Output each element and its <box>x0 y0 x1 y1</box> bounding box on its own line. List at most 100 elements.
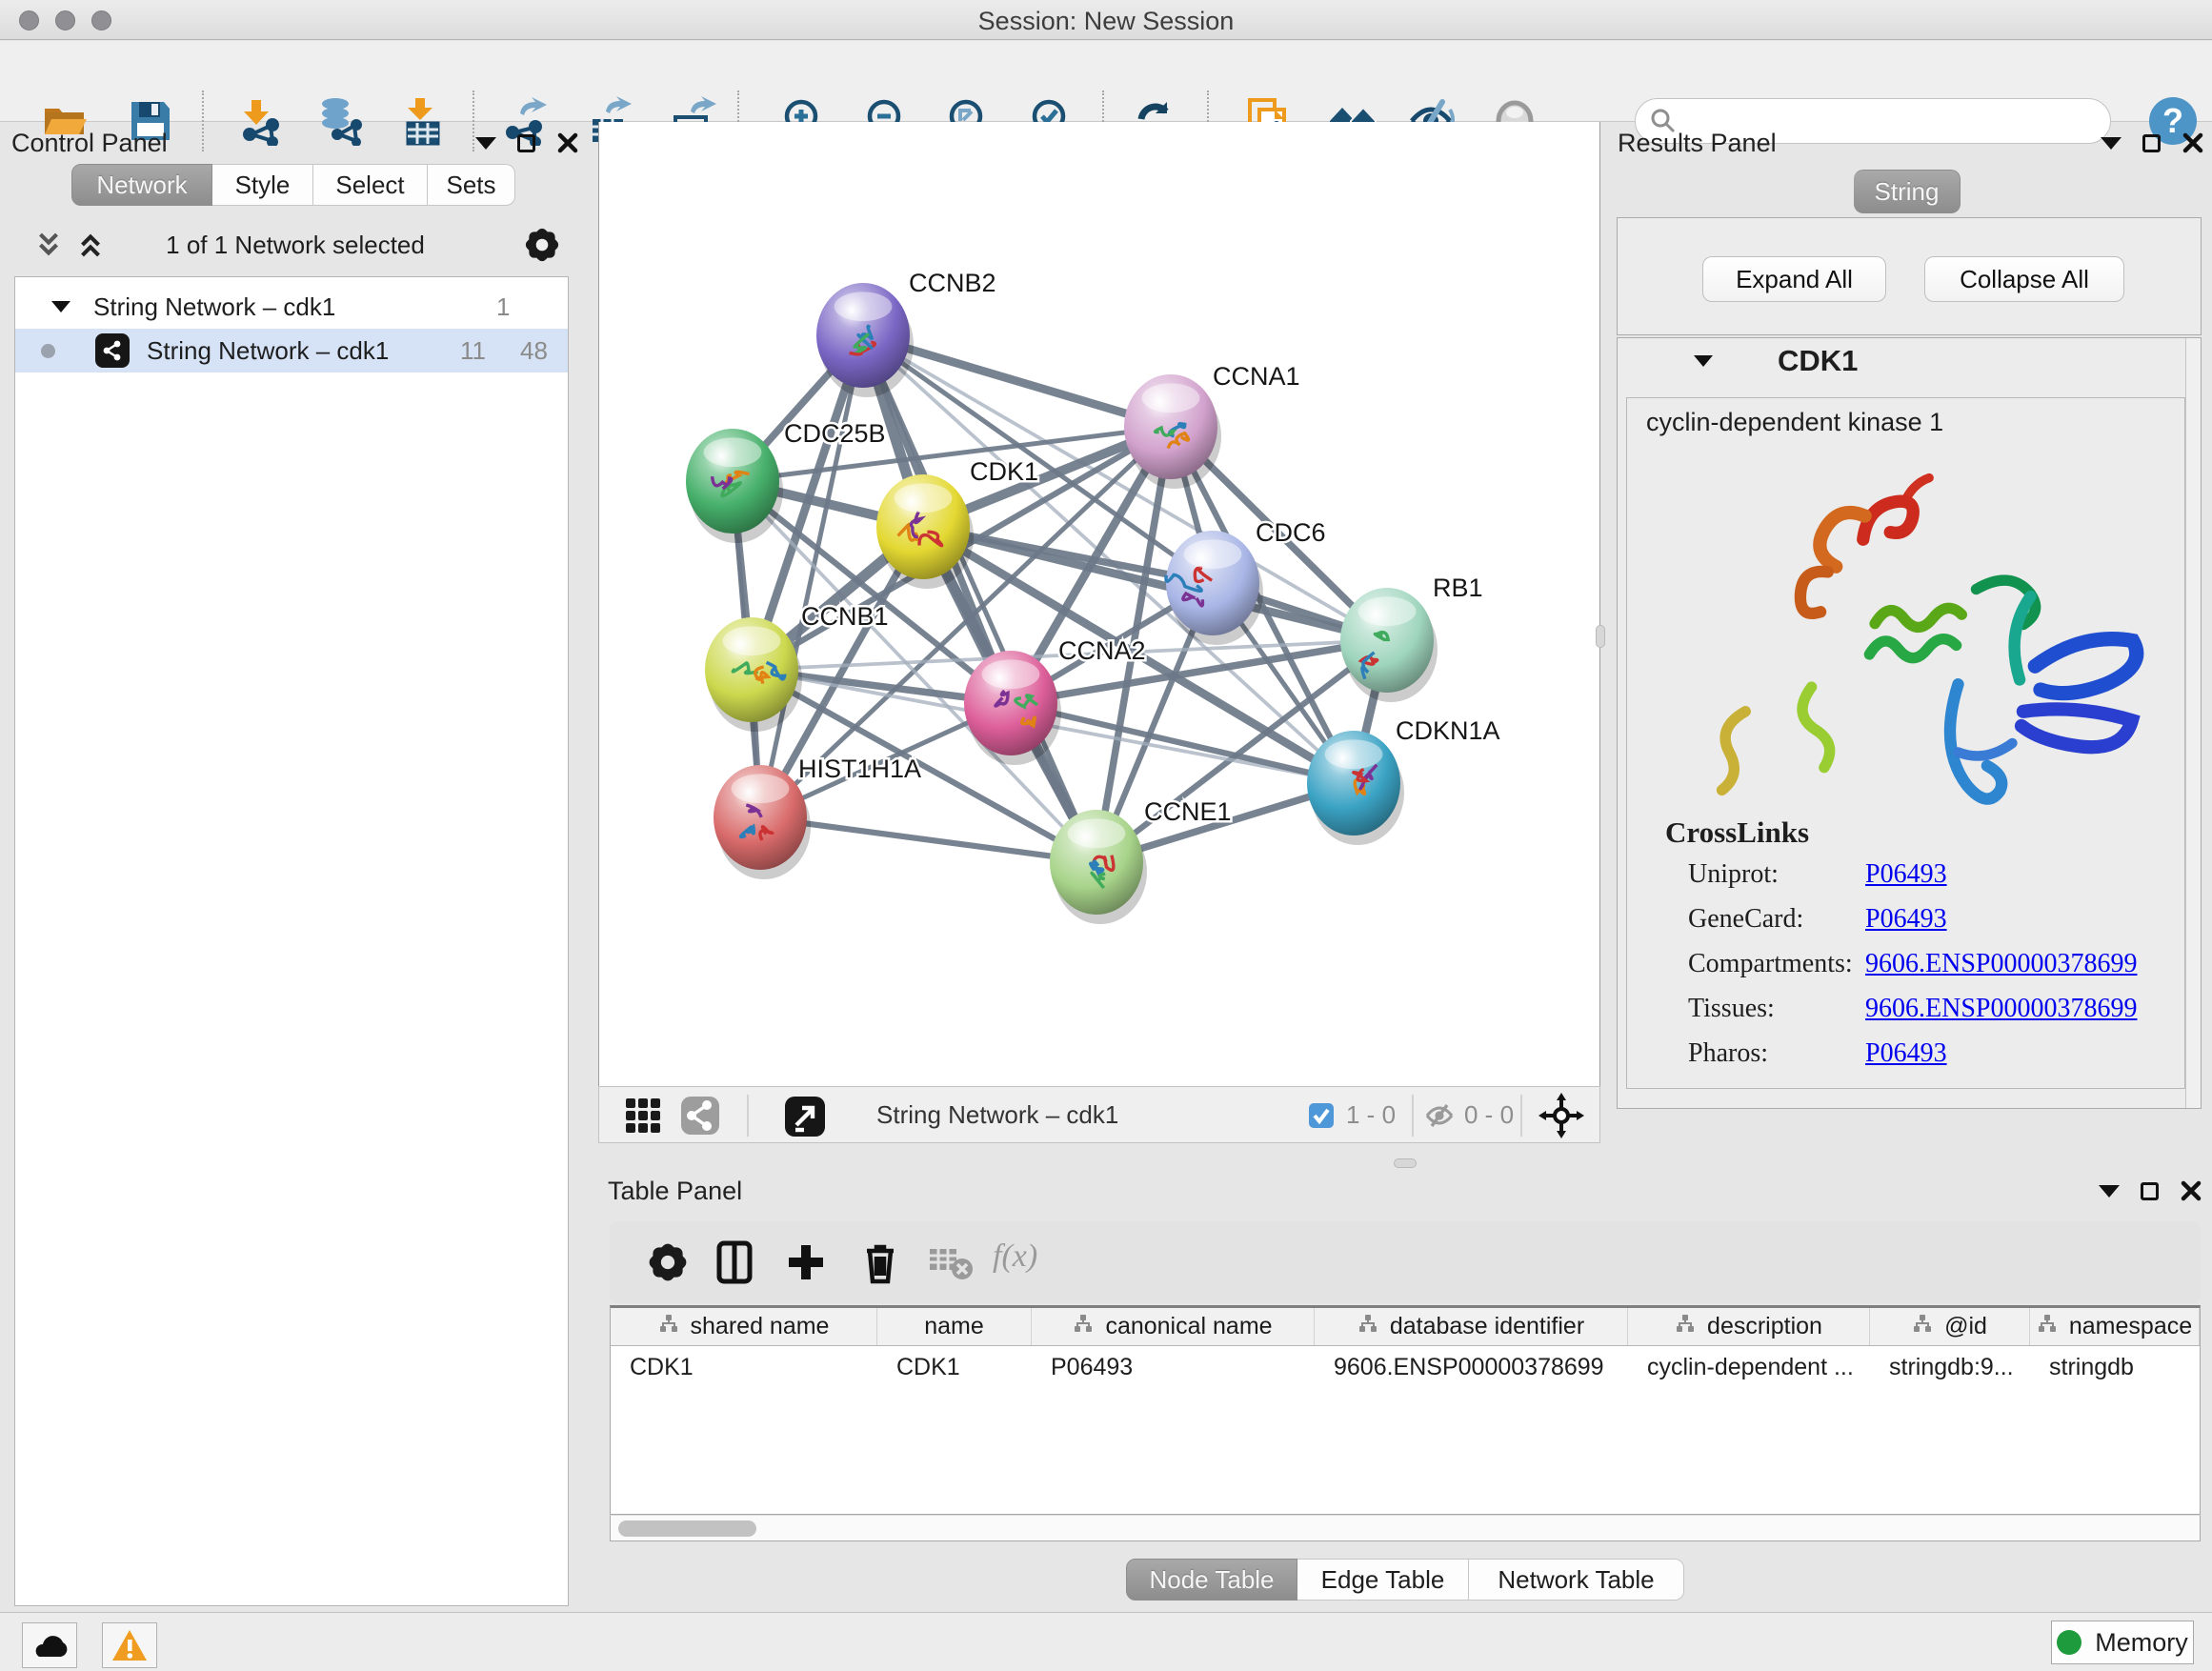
status-bar: Memory <box>0 1612 2212 1671</box>
tab-string[interactable]: String <box>1854 170 1961 213</box>
column-type-icon <box>1675 1313 1696 1340</box>
node-CDK1[interactable] <box>876 474 974 589</box>
column-label: namespace <box>2069 1313 2192 1340</box>
column-header-name[interactable]: name <box>877 1308 1032 1345</box>
cloud-status-button[interactable] <box>22 1622 77 1668</box>
tab-node-table[interactable]: Node Table <box>1126 1559 1297 1601</box>
delete-column-icon[interactable] <box>855 1238 905 1287</box>
node-label-CDC25B: CDC25B <box>784 419 886 448</box>
warnings-button[interactable] <box>102 1622 157 1668</box>
table-cell[interactable]: stringdb:9... <box>1870 1354 2030 1381</box>
column-label: database identifier <box>1390 1313 1584 1340</box>
titlebar: Session: New Session <box>0 0 2212 40</box>
horizontal-splitter-handle[interactable] <box>1394 1158 1417 1168</box>
table-settings-gear-icon[interactable] <box>643 1238 693 1287</box>
close-panel-icon[interactable] <box>556 131 579 154</box>
node-label-CCNB1: CCNB1 <box>801 602 889 631</box>
edge-CCNA2-CDKN1A[interactable] <box>1011 703 1354 783</box>
add-column-icon[interactable] <box>781 1238 831 1287</box>
edge-HIST1H1A-CCNE1[interactable] <box>760 817 1096 862</box>
table-cell[interactable]: cyclin-dependent ... <box>1628 1354 1870 1381</box>
network-view-toolbar: String Network – cdk1 1 - 0 0 - 0 <box>598 1086 1600 1143</box>
float-panel-icon[interactable] <box>2142 134 2161 152</box>
collection-expand-icon[interactable] <box>51 301 70 312</box>
collapse-all-button[interactable]: Collapse All <box>1924 256 2124 302</box>
node-CDKN1A[interactable] <box>1307 731 1404 845</box>
table-horizontal-scrollbar[interactable] <box>610 1515 2201 1541</box>
delete-table-icon[interactable] <box>926 1238 975 1287</box>
gene-name: CDK1 <box>1778 344 1858 378</box>
node-label-CDC6: CDC6 <box>1256 518 1326 547</box>
memory-button[interactable]: Memory <box>2051 1621 2194 1664</box>
tab-style[interactable]: Style <box>212 164 313 206</box>
function-builder-icon: f(x) <box>993 1238 1097 1287</box>
node-count: 11 <box>460 336 486 366</box>
node-label-CDKN1A: CDKN1A <box>1396 716 1500 745</box>
node-CCNA1[interactable] <box>1124 374 1221 489</box>
network-view-canvas[interactable]: CCNB2CCNA1CDC25BCDK1CDC6RB1CCNB1CCNA2CDK… <box>598 122 1600 1086</box>
edge-CCNB2-CCNE1[interactable] <box>863 335 1096 862</box>
network-view-icon[interactable] <box>679 1095 721 1137</box>
tab-sets[interactable]: Sets <box>428 164 515 206</box>
separator <box>1520 1095 1522 1137</box>
column-header-canonical-name[interactable]: canonical name <box>1032 1308 1315 1345</box>
show-column-icon[interactable] <box>710 1238 759 1287</box>
grid-view-icon[interactable] <box>622 1095 664 1137</box>
close-panel-icon[interactable] <box>2182 131 2204 154</box>
node-CCNA2[interactable] <box>964 651 1061 765</box>
column-label: description <box>1707 1313 1822 1340</box>
node-CCNB2[interactable] <box>816 283 914 397</box>
crosslink-link[interactable]: 9606.ENSP00000378699 <box>1865 994 2137 1024</box>
tab-edge-table[interactable]: Edge Table <box>1297 1559 1469 1601</box>
expand-all-button[interactable]: Expand All <box>1702 256 1886 302</box>
entry-collapse-icon[interactable] <box>1694 355 1713 367</box>
tab-network-table[interactable]: Network Table <box>1469 1559 1684 1601</box>
node-CCNE1[interactable] <box>1050 810 1147 924</box>
table-cell[interactable]: P06493 <box>1032 1354 1315 1381</box>
expand-all-icon[interactable] <box>74 229 107 261</box>
node-table: shared namenamecanonical name database id… <box>610 1305 2201 1515</box>
table-row[interactable]: CDK1CDK1P064939606.ENSP00000378699cyclin… <box>611 1346 2200 1388</box>
node-CDC6[interactable] <box>1166 531 1263 645</box>
network-row-selected[interactable]: String Network – cdk1 11 48 <box>15 329 568 372</box>
crosslink-link[interactable]: 9606.ENSP00000378699 <box>1865 949 2137 979</box>
table-cell[interactable]: CDK1 <box>877 1354 1032 1381</box>
tab-network[interactable]: Network <box>71 164 212 206</box>
column-header-database-identifier[interactable]: database identifier <box>1315 1308 1628 1345</box>
network-collection-row[interactable]: String Network – cdk1 1 <box>15 285 568 329</box>
separator <box>747 1095 749 1137</box>
panel-menu-icon[interactable] <box>2099 1185 2120 1198</box>
open-view-icon[interactable] <box>783 1095 827 1138</box>
column-header-shared-name[interactable]: shared name <box>611 1308 877 1345</box>
fit-content-crosshair-icon[interactable] <box>1538 1093 1584 1138</box>
collapse-all-icon[interactable] <box>32 229 65 261</box>
selected-checkbox-icon[interactable] <box>1308 1102 1335 1129</box>
crosslink-label: Pharos: <box>1688 1038 1768 1068</box>
vertical-splitter-handle[interactable] <box>1596 625 1605 648</box>
float-panel-icon[interactable] <box>517 134 535 152</box>
scrollbar-thumb[interactable] <box>618 1520 756 1537</box>
table-panel-title: Table Panel <box>608 1177 742 1206</box>
crosslink-link[interactable]: P06493 <box>1865 904 1947 935</box>
panel-menu-icon[interactable] <box>475 137 496 150</box>
table-cell[interactable]: CDK1 <box>611 1354 877 1381</box>
network-options-gear-icon[interactable] <box>522 225 562 265</box>
crosslink-row: Tissues: <box>1688 994 1775 1024</box>
protein-structure-image <box>1656 453 2170 815</box>
column-header-description[interactable]: description <box>1628 1308 1870 1345</box>
string-network-graph[interactable]: CCNB2CCNA1CDC25BCDK1CDC6RB1CCNB1CCNA2CDK… <box>599 122 1601 1086</box>
table-cell[interactable]: 9606.ENSP00000378699 <box>1315 1354 1628 1381</box>
float-panel-icon[interactable] <box>2141 1182 2159 1200</box>
panel-menu-icon[interactable] <box>2101 137 2122 150</box>
close-panel-icon[interactable] <box>2180 1179 2202 1202</box>
node-RB1[interactable] <box>1340 588 1438 702</box>
table-cell[interactable]: stringdb <box>2030 1354 2200 1381</box>
column-header-namespace[interactable]: namespace <box>2030 1308 2200 1345</box>
crosslink-link[interactable]: P06493 <box>1865 1038 1947 1069</box>
network-type-icon <box>95 333 130 368</box>
column-header--id[interactable]: @id <box>1870 1308 2030 1345</box>
crosslink-link[interactable]: P06493 <box>1865 859 1947 890</box>
crosslink-label: GeneCard: <box>1688 904 1803 934</box>
tab-select[interactable]: Select <box>313 164 428 206</box>
results-scrollbar[interactable] <box>2185 338 2201 1108</box>
